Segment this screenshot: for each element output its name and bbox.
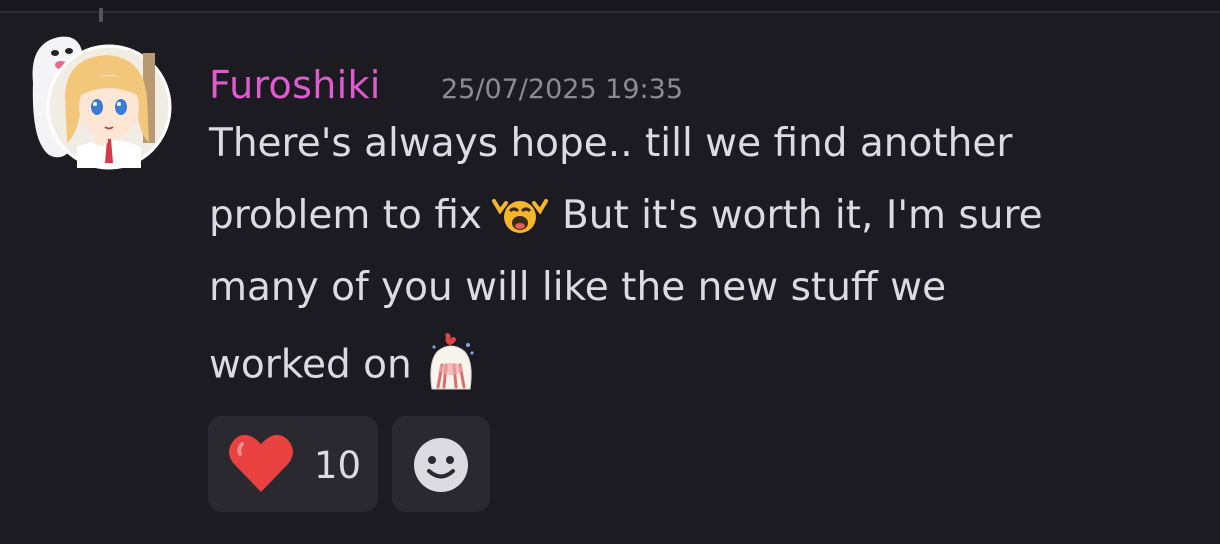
avatar[interactable]: [25, 23, 173, 181]
heart-icon: [226, 430, 296, 496]
message-line-4: worked on: [209, 333, 478, 397]
heart-reaction-button[interactable]: 10: [208, 416, 378, 512]
message-text: worked on: [209, 342, 412, 388]
add-reaction-button[interactable]: [392, 416, 490, 512]
crying-emoji-icon: [488, 193, 552, 237]
ghost-blush-emoji-icon: [424, 331, 478, 391]
divider: [0, 0, 1220, 13]
smiley-icon: [412, 436, 470, 494]
message-line-2: problem to fix But it's worth it, I'm su…: [209, 193, 1043, 240]
username[interactable]: Furoshiki: [209, 63, 381, 107]
chat-message: Furoshiki 25/07/2025 19:35 There's alway…: [0, 13, 1220, 544]
message-line-1: There's always hope.. till we find anoth…: [209, 121, 1013, 166]
message-line-3: many of you will like the new stuff we: [209, 265, 947, 310]
timestamp: 25/07/2025 19:35: [441, 74, 684, 105]
message-text: problem to fix: [209, 193, 482, 238]
message-text: But it's worth it, I'm sure: [561, 193, 1043, 238]
reaction-count: 10: [314, 444, 362, 487]
